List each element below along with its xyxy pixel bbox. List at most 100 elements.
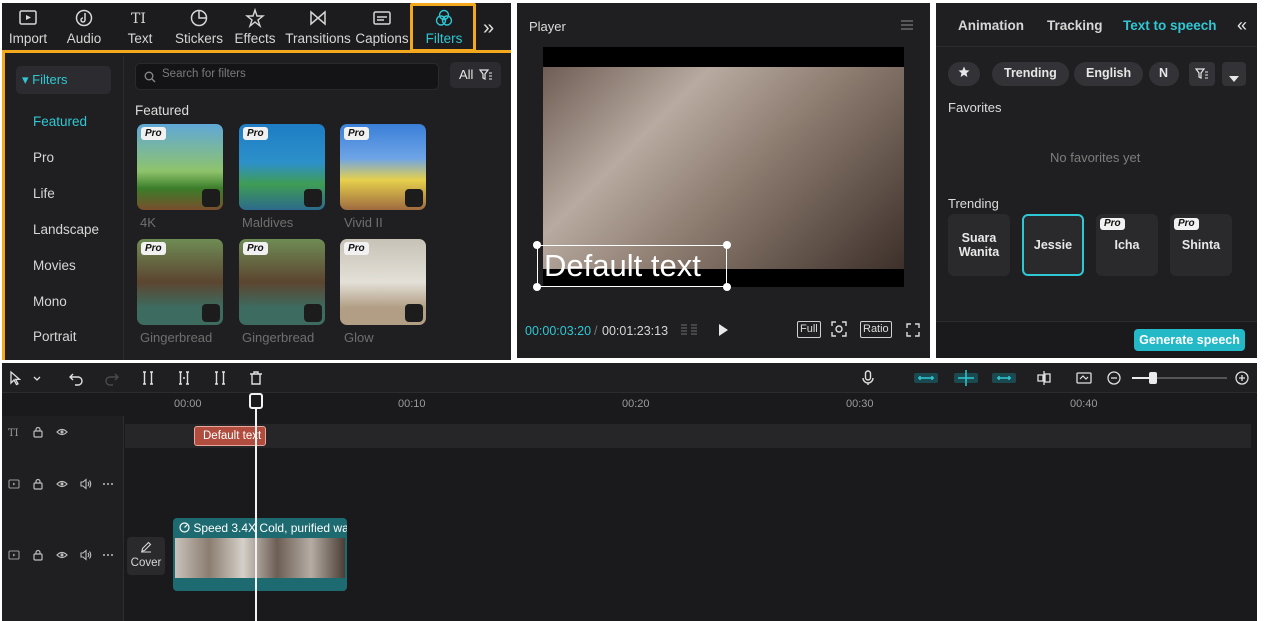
fullscreen-icon[interactable] bbox=[906, 323, 920, 337]
favorites-chip[interactable] bbox=[948, 62, 980, 86]
filter-thumb-gingerbread-2[interactable]: Pro bbox=[239, 239, 325, 325]
undo-icon[interactable] bbox=[68, 370, 84, 386]
auto-snap-icon[interactable] bbox=[954, 370, 978, 386]
generate-speech-button[interactable]: Generate speech bbox=[1134, 329, 1245, 351]
eye-icon[interactable] bbox=[56, 478, 68, 490]
text-track-lane[interactable] bbox=[125, 424, 1251, 448]
lock-icon[interactable] bbox=[32, 478, 44, 490]
download-icon[interactable] bbox=[202, 304, 220, 322]
video-clip[interactable]: Speed 3.4X Cold, purified wa bbox=[173, 518, 347, 591]
lock-icon[interactable] bbox=[32, 549, 44, 561]
zoom-slider-handle[interactable] bbox=[1149, 372, 1157, 384]
no-favorites-message: No favorites yet bbox=[1050, 150, 1141, 165]
filter-thumb-glow[interactable]: Pro bbox=[340, 239, 426, 325]
resize-handle[interactable] bbox=[533, 241, 541, 249]
split-icon[interactable] bbox=[140, 370, 156, 386]
eye-icon[interactable] bbox=[56, 549, 68, 561]
time-separator: / bbox=[594, 324, 598, 338]
category-landscape[interactable]: Landscape bbox=[33, 222, 99, 237]
toolbar-captions[interactable]: Captions bbox=[355, 5, 409, 49]
toolbar-import[interactable]: Import bbox=[6, 5, 50, 49]
download-icon[interactable] bbox=[304, 189, 322, 207]
more-icon[interactable] bbox=[102, 478, 114, 490]
voice-suara-wanita[interactable]: Suara Wanita bbox=[948, 214, 1010, 276]
toolbar-transitions[interactable]: Transitions bbox=[285, 5, 351, 49]
zoom-out-icon[interactable] bbox=[1106, 370, 1122, 386]
waveform-icon[interactable] bbox=[679, 323, 699, 337]
timeline-panel: 00:00 00:10 00:20 00:30 00:40 TI Default… bbox=[2, 363, 1257, 621]
eye-icon[interactable] bbox=[56, 426, 68, 438]
filter-thumb-gingerbread-1[interactable]: Pro bbox=[137, 239, 223, 325]
favorites-title: Favorites bbox=[948, 100, 1002, 115]
preview-axis-icon[interactable] bbox=[1076, 370, 1092, 386]
category-mono[interactable]: Mono bbox=[33, 294, 67, 309]
split-right-icon[interactable] bbox=[212, 370, 228, 386]
chip-trending[interactable]: Trending bbox=[992, 62, 1069, 86]
redo-icon[interactable] bbox=[104, 370, 120, 386]
filter-search-box[interactable] bbox=[135, 63, 439, 90]
download-icon[interactable] bbox=[202, 189, 220, 207]
menu-icon[interactable] bbox=[900, 19, 914, 31]
cover-button[interactable]: Cover bbox=[127, 537, 165, 575]
chip-english[interactable]: English bbox=[1074, 62, 1144, 86]
resize-handle[interactable] bbox=[723, 241, 731, 249]
toolbar-text[interactable]: TI Text bbox=[120, 5, 160, 49]
filter-sort-icon bbox=[1194, 68, 1208, 79]
toolbar-audio[interactable]: Audio bbox=[62, 5, 106, 49]
ratio-button[interactable]: Ratio bbox=[860, 321, 892, 338]
voice-dropdown-button[interactable] bbox=[1222, 62, 1246, 86]
video-clip-label: Speed 3.4X Cold, purified wa bbox=[179, 521, 347, 535]
microphone-icon[interactable] bbox=[860, 370, 876, 386]
voice-shinta[interactable]: Pro Shinta bbox=[1170, 214, 1232, 276]
delete-icon[interactable] bbox=[248, 370, 264, 386]
download-icon[interactable] bbox=[304, 304, 322, 322]
category-movies[interactable]: Movies bbox=[33, 258, 76, 273]
fit-screen-icon[interactable] bbox=[831, 321, 847, 337]
filter-all-button[interactable]: All bbox=[450, 62, 501, 88]
link-icon[interactable] bbox=[992, 370, 1016, 386]
filter-label: Gingerbread bbox=[140, 330, 213, 345]
voice-icha[interactable]: Pro Icha bbox=[1096, 214, 1158, 276]
full-button[interactable]: Full bbox=[797, 321, 821, 338]
volume-icon[interactable] bbox=[80, 549, 92, 561]
filter-thumb-vivid-ii[interactable]: Pro bbox=[340, 124, 426, 210]
collapse-icon[interactable]: « bbox=[1237, 15, 1247, 36]
playhead-handle[interactable] bbox=[249, 393, 263, 409]
filter-thumb-4k[interactable]: Pro bbox=[137, 124, 223, 210]
pro-badge: Pro bbox=[243, 242, 268, 255]
more-tools-icon[interactable]: » bbox=[483, 17, 494, 40]
resize-handle[interactable] bbox=[723, 283, 731, 291]
download-icon[interactable] bbox=[405, 304, 423, 322]
text-track-icon: TI bbox=[8, 428, 19, 438]
category-portrait[interactable]: Portrait bbox=[33, 329, 77, 344]
category-pro[interactable]: Pro bbox=[33, 150, 54, 165]
volume-icon[interactable] bbox=[80, 478, 92, 490]
play-icon[interactable] bbox=[716, 323, 730, 337]
download-icon[interactable] bbox=[405, 189, 423, 207]
timeline-ruler[interactable]: 00:00 00:10 00:20 00:30 00:40 bbox=[172, 394, 1257, 416]
select-tool-icon[interactable] bbox=[8, 370, 24, 386]
magnet-link-icon[interactable] bbox=[914, 370, 938, 386]
text-overlay-box[interactable]: Default text bbox=[537, 245, 727, 287]
tab-tracking[interactable]: Tracking bbox=[1047, 18, 1103, 33]
split-left-icon[interactable] bbox=[176, 370, 192, 386]
chevron-down-icon[interactable] bbox=[32, 370, 42, 386]
chip-more-language[interactable]: N bbox=[1149, 62, 1179, 86]
playhead[interactable] bbox=[255, 394, 257, 621]
voice-filter-button[interactable] bbox=[1189, 62, 1215, 86]
resize-handle[interactable] bbox=[533, 283, 541, 291]
tab-animation[interactable]: Animation bbox=[958, 18, 1024, 33]
category-life[interactable]: Life bbox=[33, 186, 55, 201]
filters-header[interactable]: ▾ Filters bbox=[16, 66, 111, 94]
filter-search-input[interactable] bbox=[162, 68, 432, 80]
voice-jessie[interactable]: Jessie bbox=[1022, 214, 1084, 276]
zoom-in-icon[interactable] bbox=[1234, 370, 1250, 386]
more-icon[interactable] bbox=[102, 549, 114, 561]
tab-text-to-speech[interactable]: Text to speech bbox=[1123, 18, 1217, 33]
lock-icon[interactable] bbox=[32, 426, 44, 438]
category-featured[interactable]: Featured bbox=[33, 114, 87, 129]
align-icon[interactable] bbox=[1036, 370, 1052, 386]
filter-thumb-maldives[interactable]: Pro bbox=[239, 124, 325, 210]
toolbar-stickers[interactable]: Stickers bbox=[174, 5, 224, 49]
toolbar-effects[interactable]: Effects bbox=[233, 5, 277, 49]
